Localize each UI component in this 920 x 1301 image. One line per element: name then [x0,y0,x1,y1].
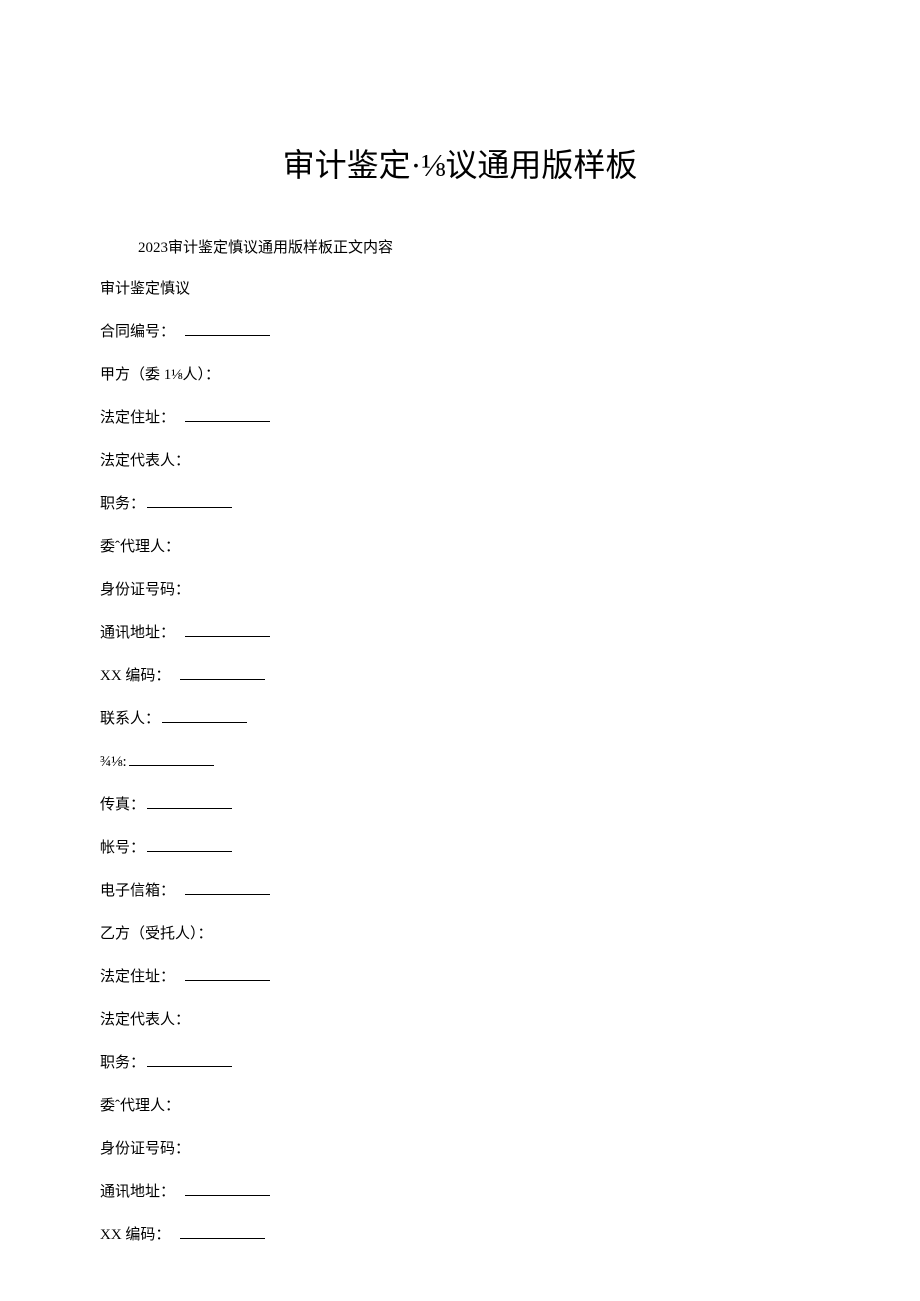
form-line: 传真： [100,795,820,816]
form-line: 合同编号： [100,322,820,343]
field-label: 通讯地址： [100,625,175,641]
form-line: 乙方（受托人）： [100,924,820,945]
field-label: 身份证号码： [100,1141,190,1157]
document-title: 审计鉴定·⅛议通用版样板 [100,140,820,186]
blank-underline [185,322,270,336]
form-line: 委ˆ代理人： [100,537,820,558]
form-line: 通讯地址： [100,1182,820,1203]
field-label: 法定住址： [100,969,175,985]
field-label: 乙方（受托人）： [100,926,213,942]
field-label: 审计鉴定慎议 [100,281,190,297]
blank-underline [185,881,270,895]
form-line: XX 编码： [100,1225,820,1246]
field-label: 身份证号码： [100,582,190,598]
blank-underline [185,1182,270,1196]
form-line: 身份证号码： [100,580,820,601]
form-line: 法定代表人： [100,1010,820,1031]
form-line: 甲方（委 1⅛人）： [100,365,820,386]
form-line: 通讯地址： [100,623,820,644]
field-label: XX 编码： [100,668,170,684]
field-label: 法定住址： [100,410,175,426]
field-label: XX 编码： [100,1227,170,1243]
form-line: 审计鉴定慎议 [100,279,820,300]
field-label: ¾⅛: [100,754,127,770]
form-line: 职务： [100,1053,820,1074]
field-label: 甲方（委 1⅛人）： [100,367,220,383]
form-line: 法定住址： [100,408,820,429]
form-line: 职务： [100,494,820,515]
blank-underline [180,666,265,680]
blank-underline [147,838,232,852]
form-line: 电子信箱： [100,881,820,902]
blank-underline [147,1053,232,1067]
field-label: 帐号： [100,840,145,856]
field-label: 法定代表人： [100,453,190,469]
blank-underline [147,494,232,508]
form-line: 身份证号码： [100,1139,820,1160]
form-line: 联系人： [100,709,820,730]
form-line: XX 编码： [100,666,820,687]
field-label: 联系人： [100,711,160,727]
blank-underline [129,752,214,766]
form-line: 法定住址： [100,967,820,988]
field-label: 电子信箱： [100,883,175,899]
field-label: 传真： [100,797,145,813]
blank-underline [185,623,270,637]
field-label: 职务： [100,1055,145,1071]
field-label: 职务： [100,496,145,512]
blank-underline [147,795,232,809]
form-line: 委ˆ代理人： [100,1096,820,1117]
blank-underline [185,967,270,981]
field-label: 合同编号： [100,324,175,340]
blank-underline [185,408,270,422]
form-lines-container: 审计鉴定慎议合同编号： 甲方（委 1⅛人）： 法定住址： 法定代表人： 职务： 委ˆ代理人… [100,279,820,1246]
form-line: 法定代表人： [100,451,820,472]
form-line: 帐号： [100,838,820,859]
blank-underline [162,709,247,723]
field-label: 委ˆ代理人： [100,539,180,555]
field-label: 通讯地址： [100,1184,175,1200]
field-label: 法定代表人： [100,1012,190,1028]
field-label: 委ˆ代理人： [100,1098,180,1114]
blank-underline [180,1225,265,1239]
form-line: ¾⅛: [100,752,820,773]
intro-text: 2023审计鉴定慎议通用版样板正文内容 [100,236,820,257]
